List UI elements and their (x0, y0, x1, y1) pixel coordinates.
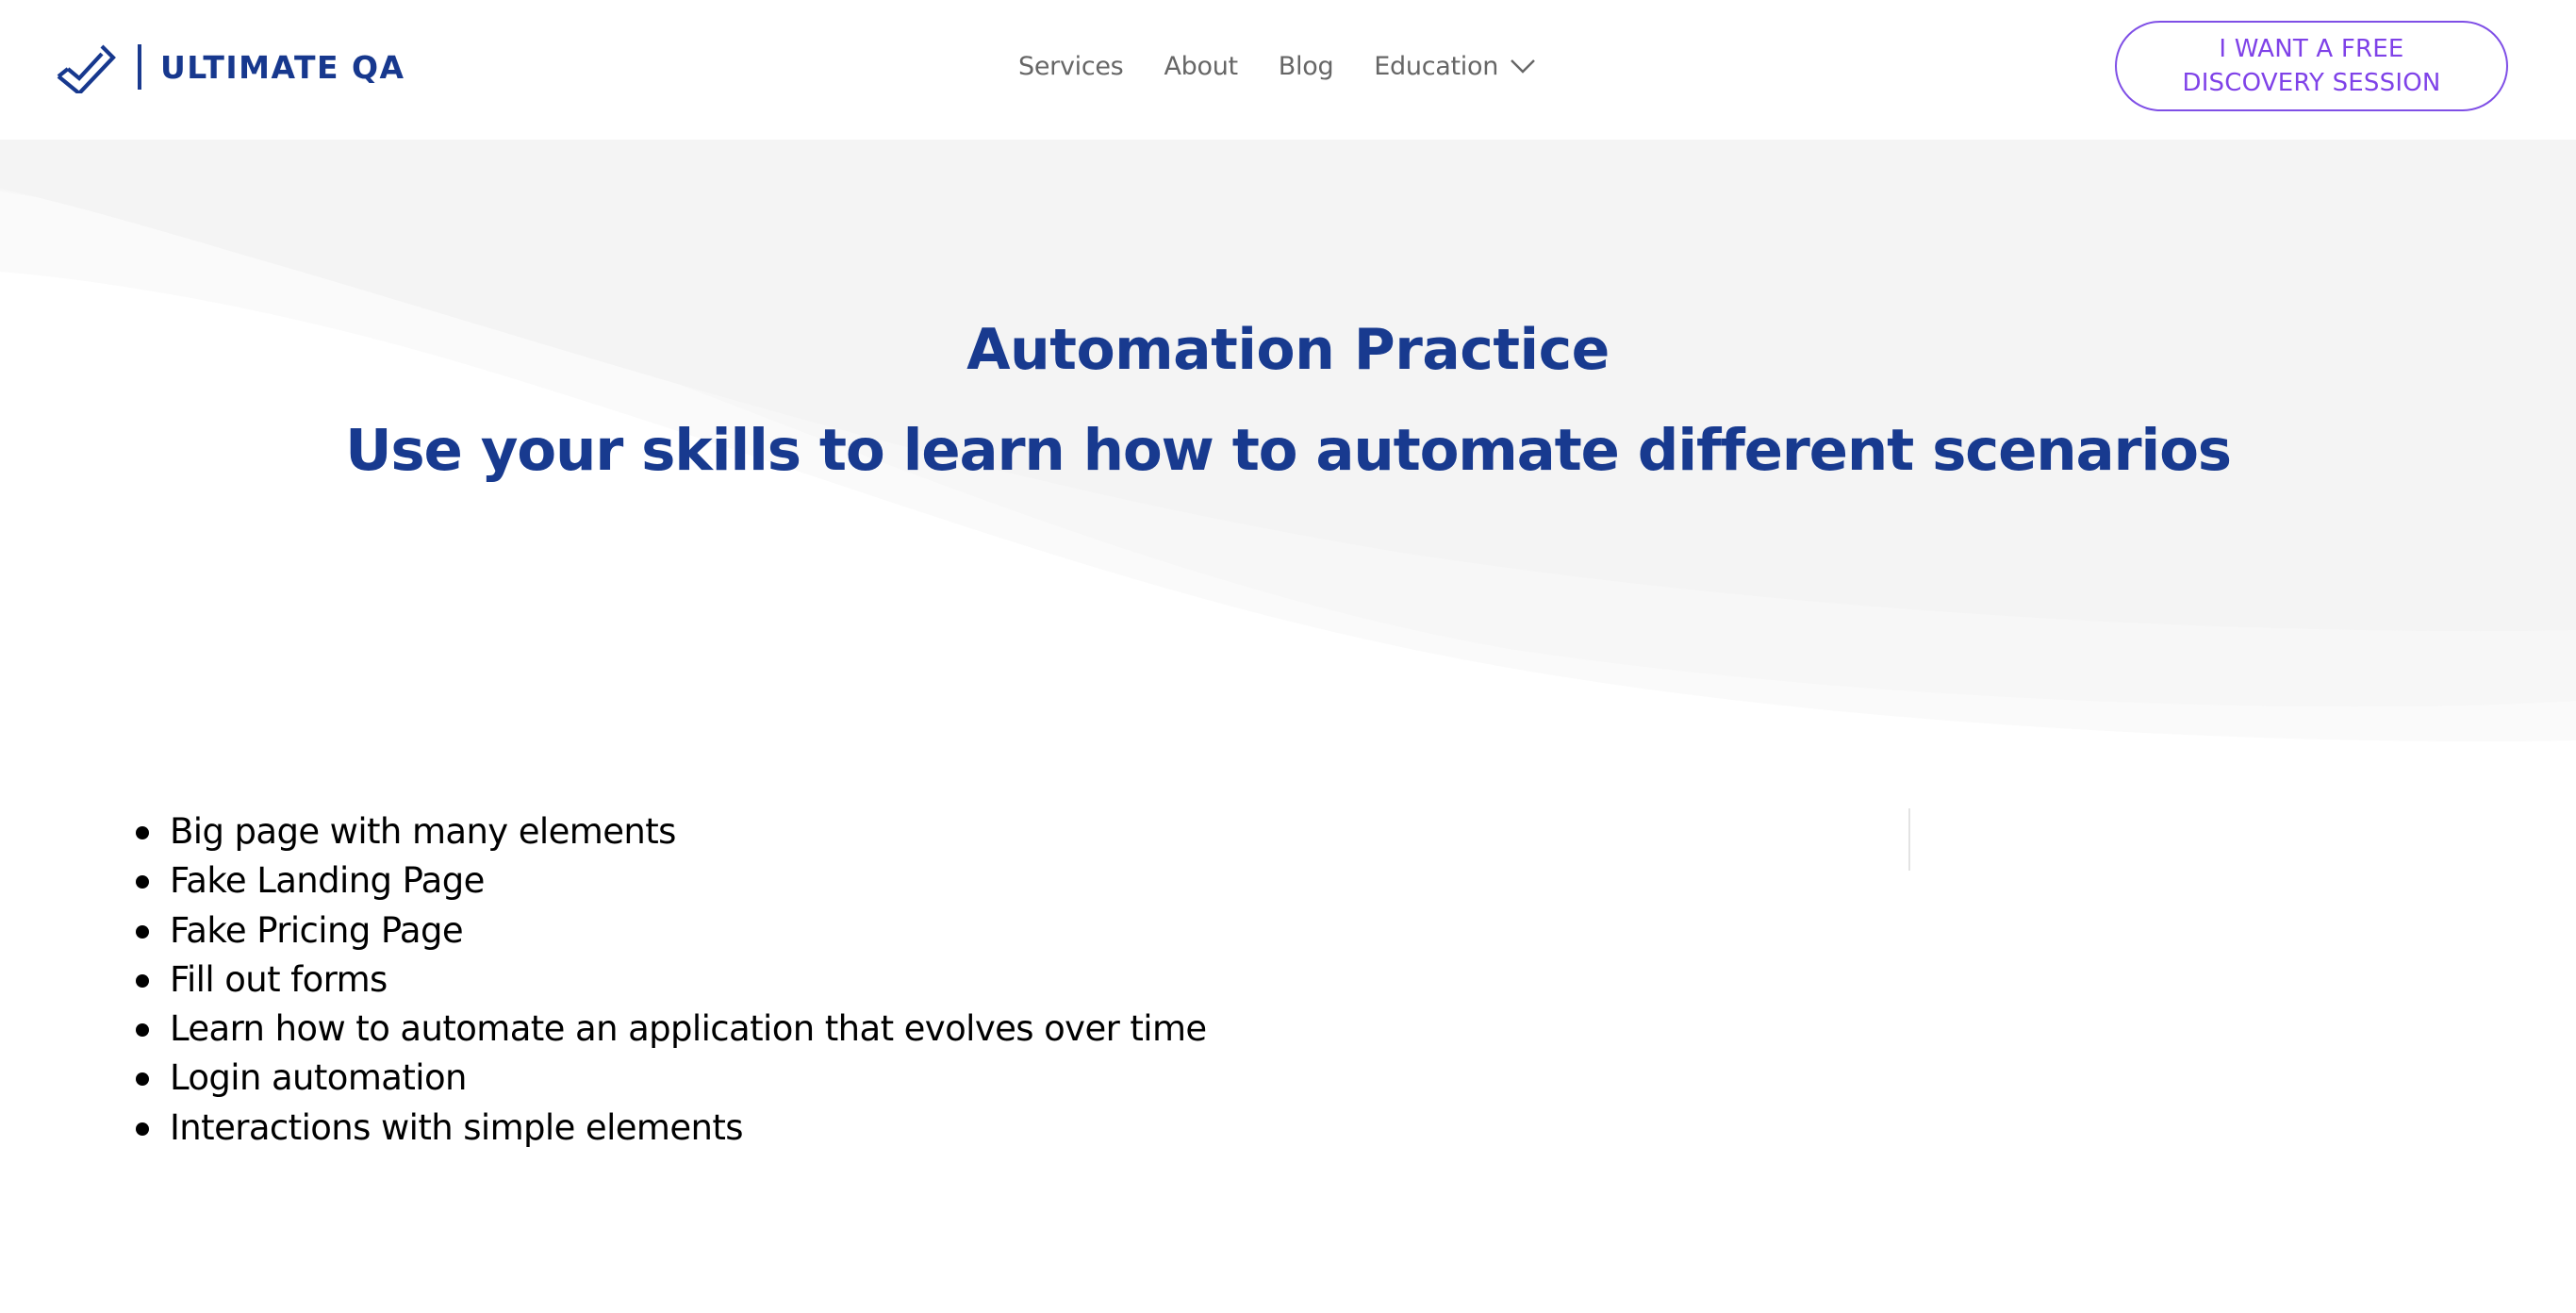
nav-label: Blog (1278, 51, 1334, 81)
list-item: Interactions with simple elements (132, 1104, 1207, 1153)
practice-link-fake-landing-page[interactable]: Fake Landing Page (170, 860, 485, 901)
practice-list: Big page with many elements Fake Landing… (132, 807, 1207, 1153)
list-item: Login automation (132, 1054, 1207, 1103)
nav-item-services[interactable]: Services (1018, 51, 1124, 81)
practice-link-evolving-application[interactable]: Learn how to automate an application tha… (170, 1008, 1207, 1049)
list-item: Learn how to automate an application tha… (132, 1005, 1207, 1054)
logo-link[interactable]: ULTIMATE QA (55, 40, 405, 94)
bullet-icon (136, 1122, 149, 1136)
logo-text: ULTIMATE QA (160, 48, 405, 86)
bullet-icon (136, 973, 149, 988)
site-header: ULTIMATE QA Services About Blog Educatio… (0, 0, 2576, 140)
nav-label: Services (1018, 51, 1124, 81)
bullet-icon (136, 875, 149, 889)
list-item: Fill out forms (132, 956, 1207, 1005)
main-nav: Services About Blog Education (1018, 43, 1536, 89)
checkmark-icon (57, 44, 116, 93)
practice-link-simple-elements[interactable]: Interactions with simple elements (170, 1107, 744, 1148)
practice-link-fill-out-forms[interactable]: Fill out forms (170, 959, 388, 1000)
cta-line-1: I WANT A FREE (2219, 35, 2404, 63)
list-item: Fake Landing Page (132, 856, 1207, 906)
nav-item-education[interactable]: Education (1374, 52, 1536, 81)
bullet-icon (136, 1023, 149, 1038)
nav-item-about[interactable]: About (1164, 51, 1238, 81)
practice-link-fake-pricing-page[interactable]: Fake Pricing Page (170, 910, 464, 951)
list-item: Big page with many elements (132, 807, 1207, 856)
hero-section: Automation Practice Use your skills to l… (0, 140, 2576, 762)
list-item: Fake Pricing Page (132, 906, 1207, 956)
bullet-icon (136, 924, 149, 939)
column-divider (1908, 808, 1910, 871)
page-title: Automation Practice (966, 317, 1610, 383)
cta-label: I WANT A FREE DISCOVERY SESSION (2182, 32, 2440, 100)
nav-item-blog[interactable]: Blog (1278, 51, 1334, 81)
cta-line-2: DISCOVERY SESSION (2182, 69, 2441, 97)
nav-label: About (1164, 51, 1238, 81)
bullet-icon (136, 1072, 149, 1087)
chevron-down-icon (1511, 59, 1535, 74)
logo-divider (138, 44, 141, 90)
free-discovery-session-button[interactable]: I WANT A FREE DISCOVERY SESSION (2115, 21, 2508, 111)
bullet-icon (136, 826, 149, 839)
page-subtitle: Use your skills to learn how to automate… (345, 417, 2232, 484)
practice-link-big-page[interactable]: Big page with many elements (170, 811, 676, 852)
nav-label: Education (1374, 51, 1499, 81)
practice-link-login-automation[interactable]: Login automation (170, 1057, 467, 1098)
